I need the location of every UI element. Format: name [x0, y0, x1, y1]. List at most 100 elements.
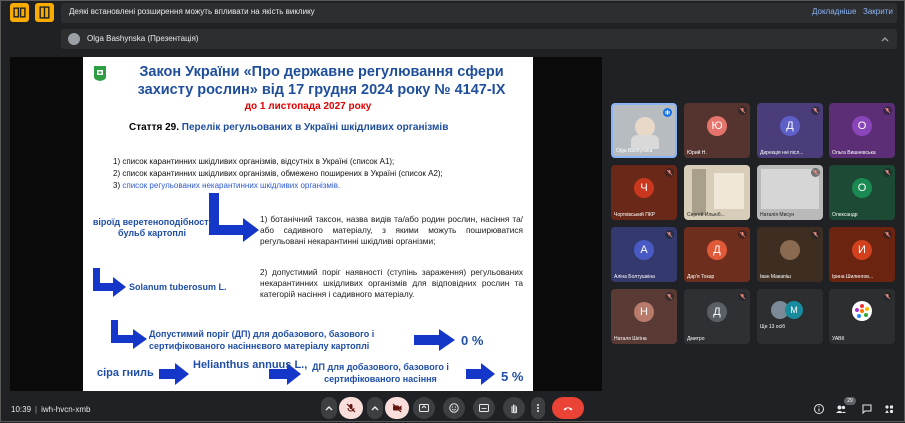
helianthus-label: Helianthus annuus L., — [193, 359, 308, 371]
present-button[interactable] — [413, 397, 435, 419]
slide: Закон України «Про державне регулювання … — [83, 57, 533, 391]
participant-avatar: Д — [707, 302, 727, 322]
participant-avatar — [852, 301, 872, 321]
participant-avatar — [780, 240, 800, 260]
participant-avatar-m: M — [785, 301, 803, 319]
mic-off-icon — [665, 230, 674, 239]
speaking-icon — [663, 108, 672, 117]
mic-off-icon — [883, 292, 892, 301]
end-call-button[interactable] — [552, 397, 584, 419]
participant-tile[interactable]: Іван Макапіш — [757, 227, 823, 282]
participant-tile[interactable]: О Олександр — [829, 165, 895, 220]
threshold-0-percent: 0 % — [461, 333, 484, 348]
participant-name: УАВК — [832, 336, 845, 342]
participant-tile[interactable]: Сергей Ильюб... — [684, 165, 750, 220]
people-icon[interactable] — [835, 403, 847, 415]
mic-off-icon — [883, 168, 892, 177]
chevron-up-icon — [325, 406, 333, 411]
presenter-avatar — [68, 33, 80, 45]
mic-options-button[interactable] — [321, 397, 337, 419]
mic-off-icon — [738, 106, 747, 115]
participant-name: Сергей Ильюб... — [687, 212, 725, 218]
layout-icon[interactable] — [35, 3, 54, 22]
participant-avatar: Д — [707, 240, 727, 260]
threshold-potato-label: Допустимий поріг (ДП) для добазового, ба… — [149, 329, 375, 351]
solanum-label: Solanum tuberosum L. — [129, 282, 227, 292]
extension-icon[interactable] — [10, 3, 29, 22]
participant-tile[interactable]: Ч Чортківський ПКР — [611, 165, 677, 220]
participant-name: Ольга Вишневська — [832, 150, 876, 156]
clock-time: 10:39 — [11, 405, 32, 414]
participant-name: Наталя Шеїна — [614, 336, 647, 342]
presenter-label: Olga Bashynska (Презентація) — [87, 34, 199, 43]
participant-tile[interactable]: А Аліна Болтушкіна — [611, 227, 677, 282]
camera-options-button[interactable] — [367, 397, 383, 419]
mic-off-icon — [883, 106, 892, 115]
uavk-logo-icon — [855, 304, 869, 318]
participant-avatar: А — [634, 240, 654, 260]
more-participants-tile[interactable]: M Ще 13 осіб — [757, 289, 823, 344]
mic-off-icon — [346, 403, 356, 413]
participant-tile[interactable]: И Ірина Шилингов... — [829, 227, 895, 282]
mic-off-icon — [811, 168, 820, 177]
bent-arrow-3 — [111, 320, 147, 349]
bottom-bar: 10:39 | iwh-hvcn-xmb 29 — [1, 397, 905, 423]
captions-button[interactable] — [473, 397, 495, 419]
more-options-button[interactable] — [531, 397, 545, 419]
raise-hand-button[interactable] — [503, 397, 525, 419]
participant-tile[interactable]: Наталія Мисун — [757, 165, 823, 220]
participant-photo — [635, 117, 655, 137]
participant-tile[interactable]: Д Дар'я Токар — [684, 227, 750, 282]
participant-avatar: Н — [634, 302, 654, 322]
banner-message: Деякі встановлені розширення можуть впли… — [69, 7, 315, 16]
criterion-1-text: 1) ботанічний таксон, назва видів та/або… — [260, 214, 523, 246]
meeting-info: 10:39 | iwh-hvcn-xmb — [11, 405, 90, 414]
mic-off-icon — [665, 168, 674, 177]
captions-icon — [479, 404, 489, 412]
participant-tile[interactable]: О Ольга Вишневська — [829, 103, 895, 158]
threshold-sunflower-label: ДП для добазового, базового і сертифіков… — [312, 362, 449, 384]
end-call-icon — [563, 407, 573, 411]
participant-tile[interactable]: Н Наталя Шеїна — [611, 289, 677, 344]
banner-details-link[interactable]: Докладніше — [812, 7, 856, 16]
mic-off-icon — [665, 292, 674, 301]
participant-tile[interactable]: Ю Юрий Н. — [684, 103, 750, 158]
participant-avatar: И — [852, 240, 872, 260]
participant-tile[interactable]: Д Дирекція нні післ... — [757, 103, 823, 158]
participant-photo-body — [631, 135, 659, 149]
presentation-stage: Закон України «Про державне регулювання … — [10, 57, 602, 391]
chat-icon[interactable] — [861, 403, 873, 415]
camera-toggle-button[interactable] — [385, 397, 409, 419]
participant-tile[interactable]: УАВК — [829, 289, 895, 344]
collapse-icon[interactable] — [879, 33, 891, 45]
meeting-details-icon[interactable] — [813, 403, 825, 415]
participant-name: Ірина Шилингов... — [832, 274, 874, 280]
threshold-5-percent: 5 % — [501, 369, 524, 384]
straight-arrow-2 — [159, 363, 189, 385]
present-screen-icon — [419, 404, 429, 412]
top-bar: Деякі встановлені розширення можуть впли… — [1, 1, 905, 25]
grey-rot-label: сіра гниль — [97, 367, 154, 379]
participant-tile[interactable]: Olga Bashynska — [611, 103, 677, 158]
participant-avatar: О — [852, 178, 872, 198]
participant-name: Дмитро — [687, 336, 705, 342]
emoji-icon — [449, 403, 459, 413]
straight-arrow-1 — [414, 329, 455, 351]
banner-close-link[interactable]: Закрити — [863, 7, 893, 16]
meet-window: Деякі встановлені розширення можуть впли… — [0, 0, 905, 422]
bent-arrow-2 — [93, 268, 126, 297]
presenter-bar: Olga Bashynska (Презентація) — [61, 29, 897, 49]
separator: | — [35, 405, 38, 414]
meeting-code[interactable]: iwh-hvcn-xmb — [41, 405, 90, 414]
emoji-button[interactable] — [443, 397, 465, 419]
bent-arrow-1 — [209, 193, 259, 242]
participant-video — [692, 169, 706, 215]
participant-name: Аліна Болтушкіна — [614, 274, 655, 280]
mic-toggle-button[interactable] — [339, 397, 363, 419]
participant-avatar: Д — [780, 116, 800, 136]
extensions-warning-banner: Деякі встановлені розширення можуть впли… — [61, 3, 897, 23]
activities-icon[interactable] — [883, 403, 895, 415]
participant-tile[interactable]: Д Дмитро — [684, 289, 750, 344]
participant-name: Дар'я Токар — [687, 274, 715, 280]
chevron-up-icon — [371, 406, 379, 411]
